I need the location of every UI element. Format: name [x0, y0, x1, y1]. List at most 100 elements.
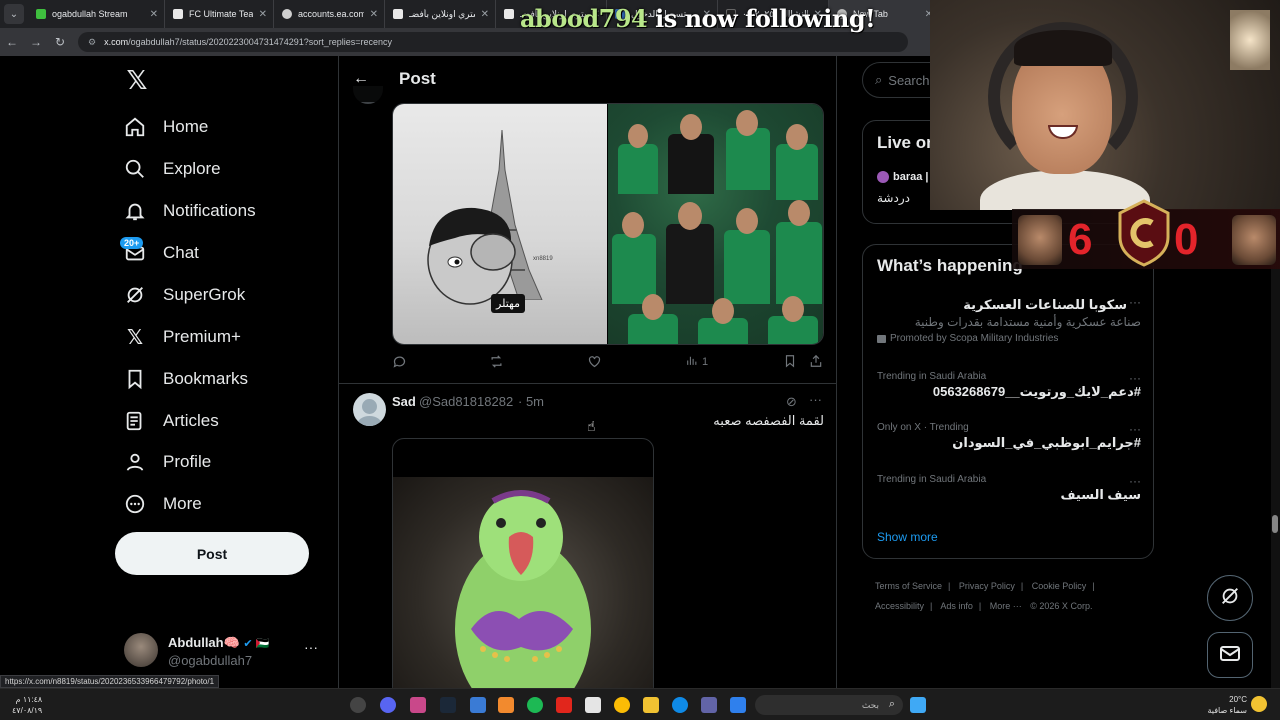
like-icon[interactable] — [587, 354, 602, 369]
more-icon[interactable]: ··· — [1129, 474, 1141, 488]
folder-icon[interactable] — [643, 697, 659, 713]
tab-close-icon[interactable]: ✕ — [150, 9, 158, 20]
tab-search-button[interactable]: ⌄ — [4, 4, 24, 24]
nav-label: Profile — [163, 452, 212, 471]
edge-icon[interactable] — [672, 697, 688, 713]
browser-tab[interactable]: accounts.ea.com ✕ — [274, 0, 385, 28]
reply-icon[interactable] — [392, 354, 407, 369]
scrollbar-thumb[interactable] — [1272, 515, 1278, 533]
nav-label: SuperGrok — [163, 285, 246, 304]
nav-articles[interactable]: Articles — [124, 406, 219, 436]
trend-description: صناعة عسكرية وأمنية مستدامة بقدرات وطنية — [914, 315, 1141, 329]
nav-label: More — [163, 494, 202, 513]
app-icon[interactable] — [556, 697, 572, 713]
browser-tab[interactable]: ogabdullah Stream ✕ — [28, 0, 165, 28]
nav-explore[interactable]: Explore — [124, 154, 221, 184]
reply-author-name[interactable]: Sad — [392, 394, 416, 409]
nav-premium[interactable]: 𝕏 Premium+ — [124, 322, 241, 352]
reply-image[interactable] — [392, 438, 654, 688]
trend-item[interactable]: ··· Only on X · Trending #جرايم_ابوظبي_ف… — [877, 422, 1141, 451]
more-icon[interactable]: ··· — [1129, 371, 1141, 385]
nav-notifications[interactable]: Notifications — [124, 196, 256, 226]
webcam-overlay — [930, 0, 1280, 210]
back-arrow-icon[interactable]: ← — [353, 70, 373, 88]
follower-name: abood794 — [520, 4, 648, 33]
nav-bookmarks[interactable]: Bookmarks — [124, 364, 248, 394]
stream-follow-alert: abood794 is now following! — [520, 4, 876, 33]
tab-close-icon[interactable]: ✕ — [259, 9, 267, 20]
avatar[interactable] — [353, 393, 386, 426]
post-button[interactable]: Post — [115, 532, 309, 575]
footer-link[interactable]: Cookie Policy — [1032, 581, 1087, 591]
reply-author-handle[interactable]: @Sad81818282 — [419, 394, 513, 409]
crowd-photo[interactable] — [608, 104, 823, 344]
bookmark-icon[interactable] — [783, 354, 797, 368]
x-logo-icon[interactable]: 𝕏 — [124, 68, 150, 94]
footer-link[interactable]: Terms of Service — [875, 581, 942, 591]
steam-icon[interactable] — [440, 697, 456, 713]
nav-label: Articles — [163, 411, 219, 430]
more-icon[interactable]: ··· — [304, 639, 318, 655]
trend-meta: Trending in Saudi Arabia — [877, 371, 987, 382]
reload-icon[interactable]: ↻ — [48, 35, 72, 49]
taskbar-search[interactable]: بحث ⌕ — [755, 695, 903, 715]
teams-icon[interactable] — [701, 697, 717, 713]
share-icon[interactable] — [809, 354, 823, 368]
footer-link[interactable]: Ads info — [940, 601, 973, 611]
grok-icon[interactable]: ⊘ — [786, 394, 797, 410]
discord-icon[interactable] — [380, 697, 396, 713]
site-settings-icon[interactable]: ⚙ — [88, 37, 96, 48]
messages-button[interactable] — [1207, 632, 1253, 678]
nav-profile[interactable]: Profile — [124, 447, 211, 477]
left-score: 6 — [1068, 215, 1093, 264]
windows-start-icon[interactable] — [910, 697, 926, 713]
url-bar[interactable]: ⚙ x.com/ogabdullah7/status/2020223004731… — [78, 32, 908, 52]
windows-taskbar: ١١:٤٨ م ٤٧/٠٨/١٩ بحث ⌕ 20°C سماء صافية — [0, 688, 1280, 720]
nav-home[interactable]: Home — [124, 112, 208, 142]
repost-icon[interactable] — [489, 354, 504, 369]
home-icon — [124, 116, 146, 138]
views-button[interactable]: 1 — [685, 354, 708, 370]
chrome-icon[interactable] — [614, 697, 630, 713]
show-more-link[interactable]: Show more — [877, 530, 938, 544]
copyright: © 2026 X Corp. — [1030, 601, 1093, 611]
back-icon[interactable]: ← — [0, 35, 24, 49]
obs-icon[interactable] — [350, 697, 366, 713]
promoted-icon — [877, 334, 886, 343]
trend-item-promoted[interactable]: ··· سكوبا للصناعات العسكرية صناعة عسكرية… — [877, 295, 1141, 344]
browser-tab[interactable]: اشتري اونلاين بأفضـ ✕ — [385, 0, 496, 28]
divider — [339, 383, 836, 384]
footer-link[interactable]: Privacy Policy — [959, 581, 1015, 591]
store-icon[interactable] — [585, 697, 601, 713]
trend-item[interactable]: ··· Trending in Saudi Arabia سيف السيف — [877, 474, 1141, 503]
app-icon[interactable] — [470, 697, 486, 713]
more-icon[interactable]: ··· — [1129, 295, 1141, 309]
grok-button[interactable] — [1207, 575, 1253, 621]
copilot-icon[interactable] — [730, 697, 746, 713]
nav-more[interactable]: More — [124, 489, 202, 519]
tab-close-icon[interactable]: ✕ — [481, 9, 489, 20]
footer-links: Terms of Service | Privacy Policy | Cookie… — [875, 581, 1095, 611]
forward-icon[interactable]: → — [24, 35, 48, 49]
account-switcher[interactable]: Abdullah🧠 ✔ 🇵🇸 @ogabdullah7 ··· — [124, 633, 324, 677]
nav-supergrok[interactable]: SuperGrok — [124, 280, 245, 310]
tab-close-icon[interactable]: ✕ — [370, 9, 378, 20]
footer-link[interactable]: More ··· — [990, 601, 1022, 611]
store-favicon-icon — [504, 9, 514, 19]
reply-post[interactable]: Sad @Sad81818282 · 5m ⊘ ··· لقمة الفصفصه… — [339, 386, 836, 688]
more-icon[interactable]: ··· — [1129, 422, 1141, 436]
post-media-grid[interactable]: xn8819 مهتلر — [392, 103, 824, 345]
meme-caption: مهتلر — [491, 294, 525, 313]
reply-timestamp[interactable]: · 5m — [518, 394, 544, 409]
more-icon[interactable]: ··· — [809, 392, 822, 407]
taskbar-clock[interactable]: ١١:٤٨ م ٤٧/٠٨/١٩ — [12, 694, 42, 716]
weather-widget[interactable]: 20°C سماء صافية — [1205, 694, 1247, 716]
live-host[interactable]: baraa | — [877, 171, 929, 183]
trend-item[interactable]: ··· Trending in Saudi Arabia #دعم_لايك_و… — [877, 371, 1141, 400]
app-icon[interactable] — [498, 697, 514, 713]
browser-tab[interactable]: FC Ultimate Team ✕ — [165, 0, 274, 28]
meme-image[interactable]: xn8819 مهتلر — [393, 104, 607, 344]
footer-link[interactable]: Accessibility — [875, 601, 924, 611]
app-icon[interactable] — [410, 697, 426, 713]
spotify-icon[interactable] — [527, 697, 543, 713]
